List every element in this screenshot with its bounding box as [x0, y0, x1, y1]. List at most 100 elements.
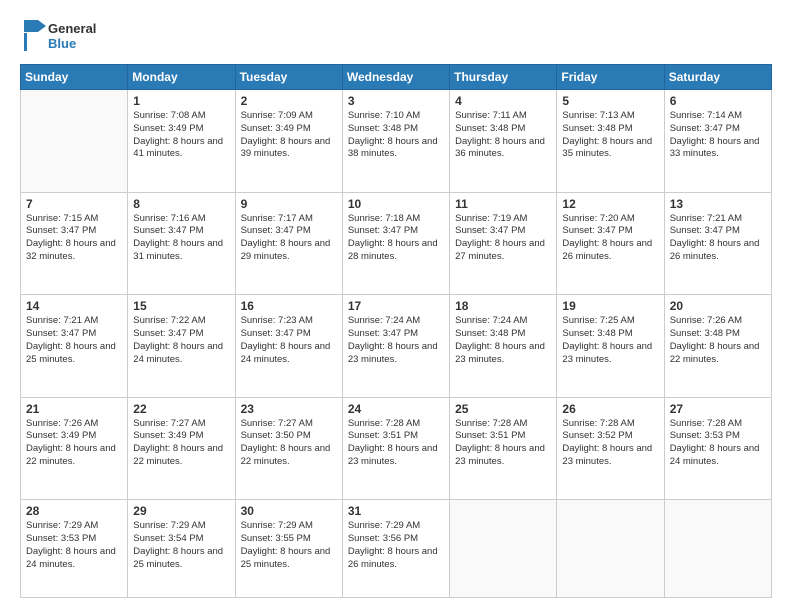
- page: GeneralBlue SundayMondayTuesdayWednesday…: [0, 0, 792, 612]
- cell-info: Sunrise: 7:08 AM Sunset: 3:49 PM Dayligh…: [133, 110, 229, 161]
- cell-info: Sunrise: 7:21 AM Sunset: 3:47 PM Dayligh…: [26, 315, 122, 366]
- day-number: 29: [133, 504, 229, 518]
- weekday-header: Tuesday: [235, 65, 342, 90]
- cell-info: Sunrise: 7:17 AM Sunset: 3:47 PM Dayligh…: [241, 213, 337, 264]
- cell-info: Sunrise: 7:22 AM Sunset: 3:47 PM Dayligh…: [133, 315, 229, 366]
- day-number: 18: [455, 299, 551, 313]
- calendar-cell: 7 Sunrise: 7:15 AM Sunset: 3:47 PM Daylig…: [21, 192, 128, 295]
- day-number: 23: [241, 402, 337, 416]
- day-number: 30: [241, 504, 337, 518]
- day-number: 25: [455, 402, 551, 416]
- calendar-cell: 9 Sunrise: 7:17 AM Sunset: 3:47 PM Daylig…: [235, 192, 342, 295]
- day-number: 6: [670, 94, 766, 108]
- calendar-cell: 5 Sunrise: 7:13 AM Sunset: 3:48 PM Daylig…: [557, 90, 664, 193]
- calendar-cell: 19Sunrise: 7:25 AM Sunset: 3:48 PM Dayli…: [557, 295, 664, 398]
- calendar-cell: 22 Sunrise: 7:27 AM Sunset: 3:49 PM Dayli…: [128, 397, 235, 500]
- cell-info: Sunrise: 7:28 AM Sunset: 3:51 PM Dayligh…: [455, 418, 551, 469]
- weekday-header: Wednesday: [342, 65, 449, 90]
- cell-info: Sunrise: 7:27 AM Sunset: 3:50 PM Dayligh…: [241, 418, 337, 469]
- calendar-cell: 20Sunrise: 7:26 AM Sunset: 3:48 PM Dayli…: [664, 295, 771, 398]
- cell-info: Sunrise: 7:13 AM Sunset: 3:48 PM Dayligh…: [562, 110, 658, 161]
- calendar-cell: 4 Sunrise: 7:11 AM Sunset: 3:48 PM Daylig…: [450, 90, 557, 193]
- calendar-cell: 14 Sunrise: 7:21 AM Sunset: 3:47 PM Dayli…: [21, 295, 128, 398]
- calendar-week-row: 28 Sunrise: 7:29 AM Sunset: 3:53 PM Dayli…: [21, 500, 772, 598]
- weekday-header: Sunday: [21, 65, 128, 90]
- calendar-cell: 8Sunrise: 7:16 AM Sunset: 3:47 PM Daylig…: [128, 192, 235, 295]
- day-number: 7: [26, 197, 122, 211]
- day-number: 24: [348, 402, 444, 416]
- cell-info: Sunrise: 7:27 AM Sunset: 3:49 PM Dayligh…: [133, 418, 229, 469]
- cell-info: Sunrise: 7:20 AM Sunset: 3:47 PM Dayligh…: [562, 213, 658, 264]
- calendar-cell: [557, 500, 664, 598]
- calendar-cell: 1 Sunrise: 7:08 AM Sunset: 3:49 PM Daylig…: [128, 90, 235, 193]
- cell-info: Sunrise: 7:29 AM Sunset: 3:53 PM Dayligh…: [26, 520, 122, 571]
- cell-info: Sunrise: 7:29 AM Sunset: 3:54 PM Dayligh…: [133, 520, 229, 571]
- calendar-cell: 27Sunrise: 7:28 AM Sunset: 3:53 PM Dayli…: [664, 397, 771, 500]
- calendar-cell: 6 Sunrise: 7:14 AM Sunset: 3:47 PM Daylig…: [664, 90, 771, 193]
- calendar-cell: 15Sunrise: 7:22 AM Sunset: 3:47 PM Dayli…: [128, 295, 235, 398]
- day-number: 9: [241, 197, 337, 211]
- day-number: 31: [348, 504, 444, 518]
- day-number: 13: [670, 197, 766, 211]
- day-number: 2: [241, 94, 337, 108]
- cell-info: Sunrise: 7:14 AM Sunset: 3:47 PM Dayligh…: [670, 110, 766, 161]
- cell-info: Sunrise: 7:28 AM Sunset: 3:52 PM Dayligh…: [562, 418, 658, 469]
- header: GeneralBlue: [20, 18, 772, 54]
- calendar-cell: 25 Sunrise: 7:28 AM Sunset: 3:51 PM Dayli…: [450, 397, 557, 500]
- day-number: 1: [133, 94, 229, 108]
- calendar-cell: [664, 500, 771, 598]
- cell-info: Sunrise: 7:23 AM Sunset: 3:47 PM Dayligh…: [241, 315, 337, 366]
- day-number: 10: [348, 197, 444, 211]
- calendar-cell: 24 Sunrise: 7:28 AM Sunset: 3:51 PM Dayli…: [342, 397, 449, 500]
- cell-info: Sunrise: 7:28 AM Sunset: 3:51 PM Dayligh…: [348, 418, 444, 469]
- calendar-cell: 10 Sunrise: 7:18 AM Sunset: 3:47 PM Dayli…: [342, 192, 449, 295]
- calendar-cell: 21 Sunrise: 7:26 AM Sunset: 3:49 PM Dayli…: [21, 397, 128, 500]
- cell-info: Sunrise: 7:19 AM Sunset: 3:47 PM Dayligh…: [455, 213, 551, 264]
- cell-info: Sunrise: 7:11 AM Sunset: 3:48 PM Dayligh…: [455, 110, 551, 161]
- day-number: 3: [348, 94, 444, 108]
- calendar-cell: 26 Sunrise: 7:28 AM Sunset: 3:52 PM Dayli…: [557, 397, 664, 500]
- day-number: 14: [26, 299, 122, 313]
- day-number: 26: [562, 402, 658, 416]
- day-number: 16: [241, 299, 337, 313]
- cell-info: Sunrise: 7:29 AM Sunset: 3:56 PM Dayligh…: [348, 520, 444, 571]
- calendar-cell: 18 Sunrise: 7:24 AM Sunset: 3:48 PM Dayli…: [450, 295, 557, 398]
- svg-text:General: General: [48, 21, 96, 36]
- cell-info: Sunrise: 7:24 AM Sunset: 3:47 PM Dayligh…: [348, 315, 444, 366]
- cell-info: Sunrise: 7:16 AM Sunset: 3:47 PM Dayligh…: [133, 213, 229, 264]
- calendar-cell: 17Sunrise: 7:24 AM Sunset: 3:47 PM Dayli…: [342, 295, 449, 398]
- calendar-week-row: 1 Sunrise: 7:08 AM Sunset: 3:49 PM Daylig…: [21, 90, 772, 193]
- day-number: 20: [670, 299, 766, 313]
- cell-info: Sunrise: 7:10 AM Sunset: 3:48 PM Dayligh…: [348, 110, 444, 161]
- calendar-cell: 12 Sunrise: 7:20 AM Sunset: 3:47 PM Dayli…: [557, 192, 664, 295]
- day-number: 28: [26, 504, 122, 518]
- cell-info: Sunrise: 7:25 AM Sunset: 3:48 PM Dayligh…: [562, 315, 658, 366]
- calendar-cell: 13 Sunrise: 7:21 AM Sunset: 3:47 PM Dayli…: [664, 192, 771, 295]
- calendar-cell: [450, 500, 557, 598]
- cell-info: Sunrise: 7:21 AM Sunset: 3:47 PM Dayligh…: [670, 213, 766, 264]
- cell-info: Sunrise: 7:26 AM Sunset: 3:49 PM Dayligh…: [26, 418, 122, 469]
- calendar-cell: 31 Sunrise: 7:29 AM Sunset: 3:56 PM Dayli…: [342, 500, 449, 598]
- logo-svg: GeneralBlue: [20, 18, 100, 54]
- logo: GeneralBlue: [20, 18, 100, 54]
- weekday-header: Thursday: [450, 65, 557, 90]
- cell-info: Sunrise: 7:24 AM Sunset: 3:48 PM Dayligh…: [455, 315, 551, 366]
- cell-info: Sunrise: 7:09 AM Sunset: 3:49 PM Dayligh…: [241, 110, 337, 161]
- calendar-cell: 3 Sunrise: 7:10 AM Sunset: 3:48 PM Daylig…: [342, 90, 449, 193]
- day-number: 21: [26, 402, 122, 416]
- svg-text:Blue: Blue: [48, 36, 76, 51]
- cell-info: Sunrise: 7:15 AM Sunset: 3:47 PM Dayligh…: [26, 213, 122, 264]
- calendar-week-row: 14 Sunrise: 7:21 AM Sunset: 3:47 PM Dayli…: [21, 295, 772, 398]
- calendar-cell: 28 Sunrise: 7:29 AM Sunset: 3:53 PM Dayli…: [21, 500, 128, 598]
- day-number: 5: [562, 94, 658, 108]
- day-number: 12: [562, 197, 658, 211]
- cell-info: Sunrise: 7:18 AM Sunset: 3:47 PM Dayligh…: [348, 213, 444, 264]
- calendar-cell: 11 Sunrise: 7:19 AM Sunset: 3:47 PM Dayli…: [450, 192, 557, 295]
- weekday-header: Saturday: [664, 65, 771, 90]
- day-number: 4: [455, 94, 551, 108]
- calendar-table: SundayMondayTuesdayWednesdayThursdayFrid…: [20, 64, 772, 598]
- weekday-header: Friday: [557, 65, 664, 90]
- calendar-cell: [21, 90, 128, 193]
- day-number: 22: [133, 402, 229, 416]
- day-number: 11: [455, 197, 551, 211]
